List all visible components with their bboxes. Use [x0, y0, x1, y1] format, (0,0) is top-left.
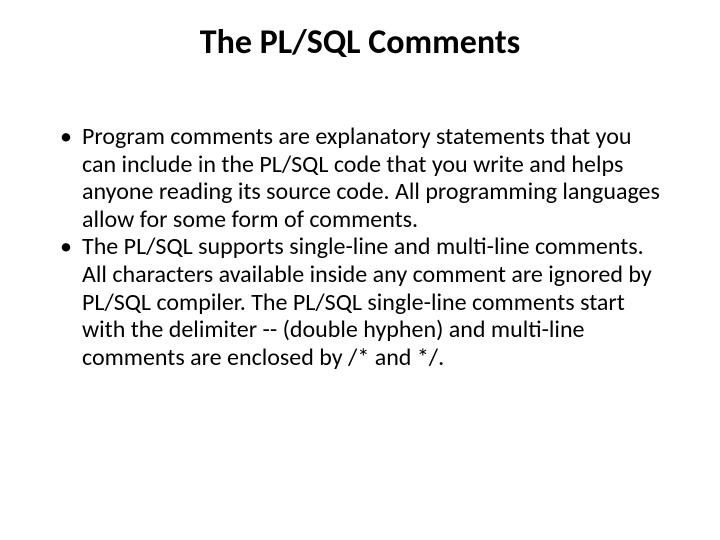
- list-item: Program comments are explanatory stateme…: [60, 123, 660, 233]
- slide: The PL/SQL Comments Program comments are…: [0, 0, 720, 540]
- bullet-list: Program comments are explanatory stateme…: [60, 123, 660, 371]
- list-item: The PL/SQL supports single-line and mult…: [60, 233, 660, 371]
- slide-body: Program comments are explanatory stateme…: [60, 123, 660, 371]
- slide-title: The PL/SQL Comments: [60, 22, 660, 63]
